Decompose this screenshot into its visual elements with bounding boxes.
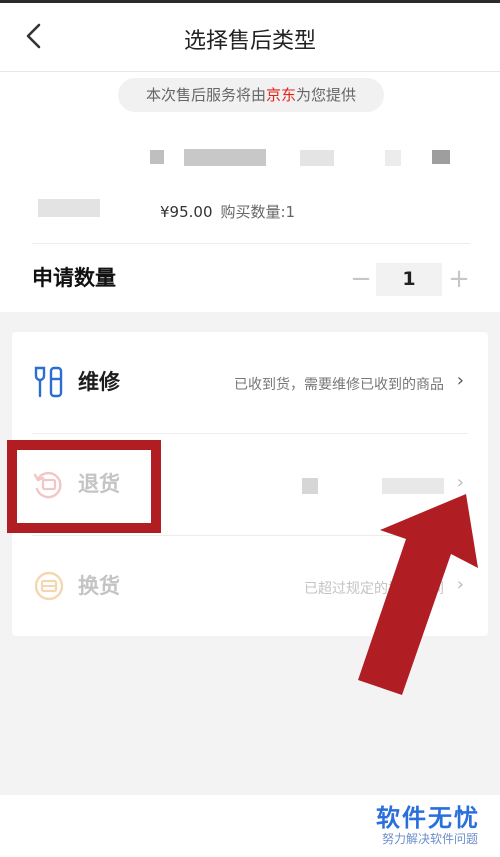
notice-suffix: 为您提供 <box>296 86 357 104</box>
notice-prefix: 本次售后服务将由 <box>145 86 266 104</box>
product-price: ¥95.00 <box>160 203 213 221</box>
divider <box>32 243 470 244</box>
option-label: 维修 <box>78 370 120 394</box>
service-notice: 本次售后服务将由京东为您提供 <box>118 78 384 112</box>
apply-quantity-label: 申请数量 <box>32 266 116 290</box>
blurred-product-name <box>385 150 401 166</box>
blurred-product-name <box>300 150 334 166</box>
product-price-line: ¥95.00 购买数量:1 <box>160 201 295 222</box>
app-header: 选择售后类型 <box>0 3 500 72</box>
blurred-product-name <box>184 149 266 166</box>
chevron-right-icon: › <box>456 370 464 391</box>
option-description: 已收到货，需要维修已收到的商品 <box>234 377 444 393</box>
watermark-subtitle: 努力解决软件问题 <box>381 832 478 846</box>
page-title: 选择售后类型 <box>183 29 316 54</box>
blurred-description <box>302 478 318 494</box>
service-option-repair[interactable]: 维修 已收到货，需要维修已收到的商品 › <box>12 332 488 432</box>
blurred-product-spec <box>38 199 100 217</box>
notice-brand: 京东 <box>265 86 296 104</box>
quantity-plus-button[interactable]: + <box>446 263 472 295</box>
option-label: 换货 <box>78 574 120 598</box>
watermark-title: 软件无忧 <box>376 804 480 832</box>
blurred-product-name <box>150 150 164 164</box>
blurred-product-name <box>432 150 450 164</box>
quantity-value[interactable]: 1 <box>376 263 442 296</box>
pointer-arrow-icon <box>358 494 478 695</box>
purchase-quantity: 购买数量:1 <box>220 203 296 221</box>
highlight-box <box>7 440 161 533</box>
exchange-icon <box>34 571 64 601</box>
quantity-minus-button[interactable]: − <box>348 263 374 295</box>
wrench-icon <box>34 366 63 398</box>
